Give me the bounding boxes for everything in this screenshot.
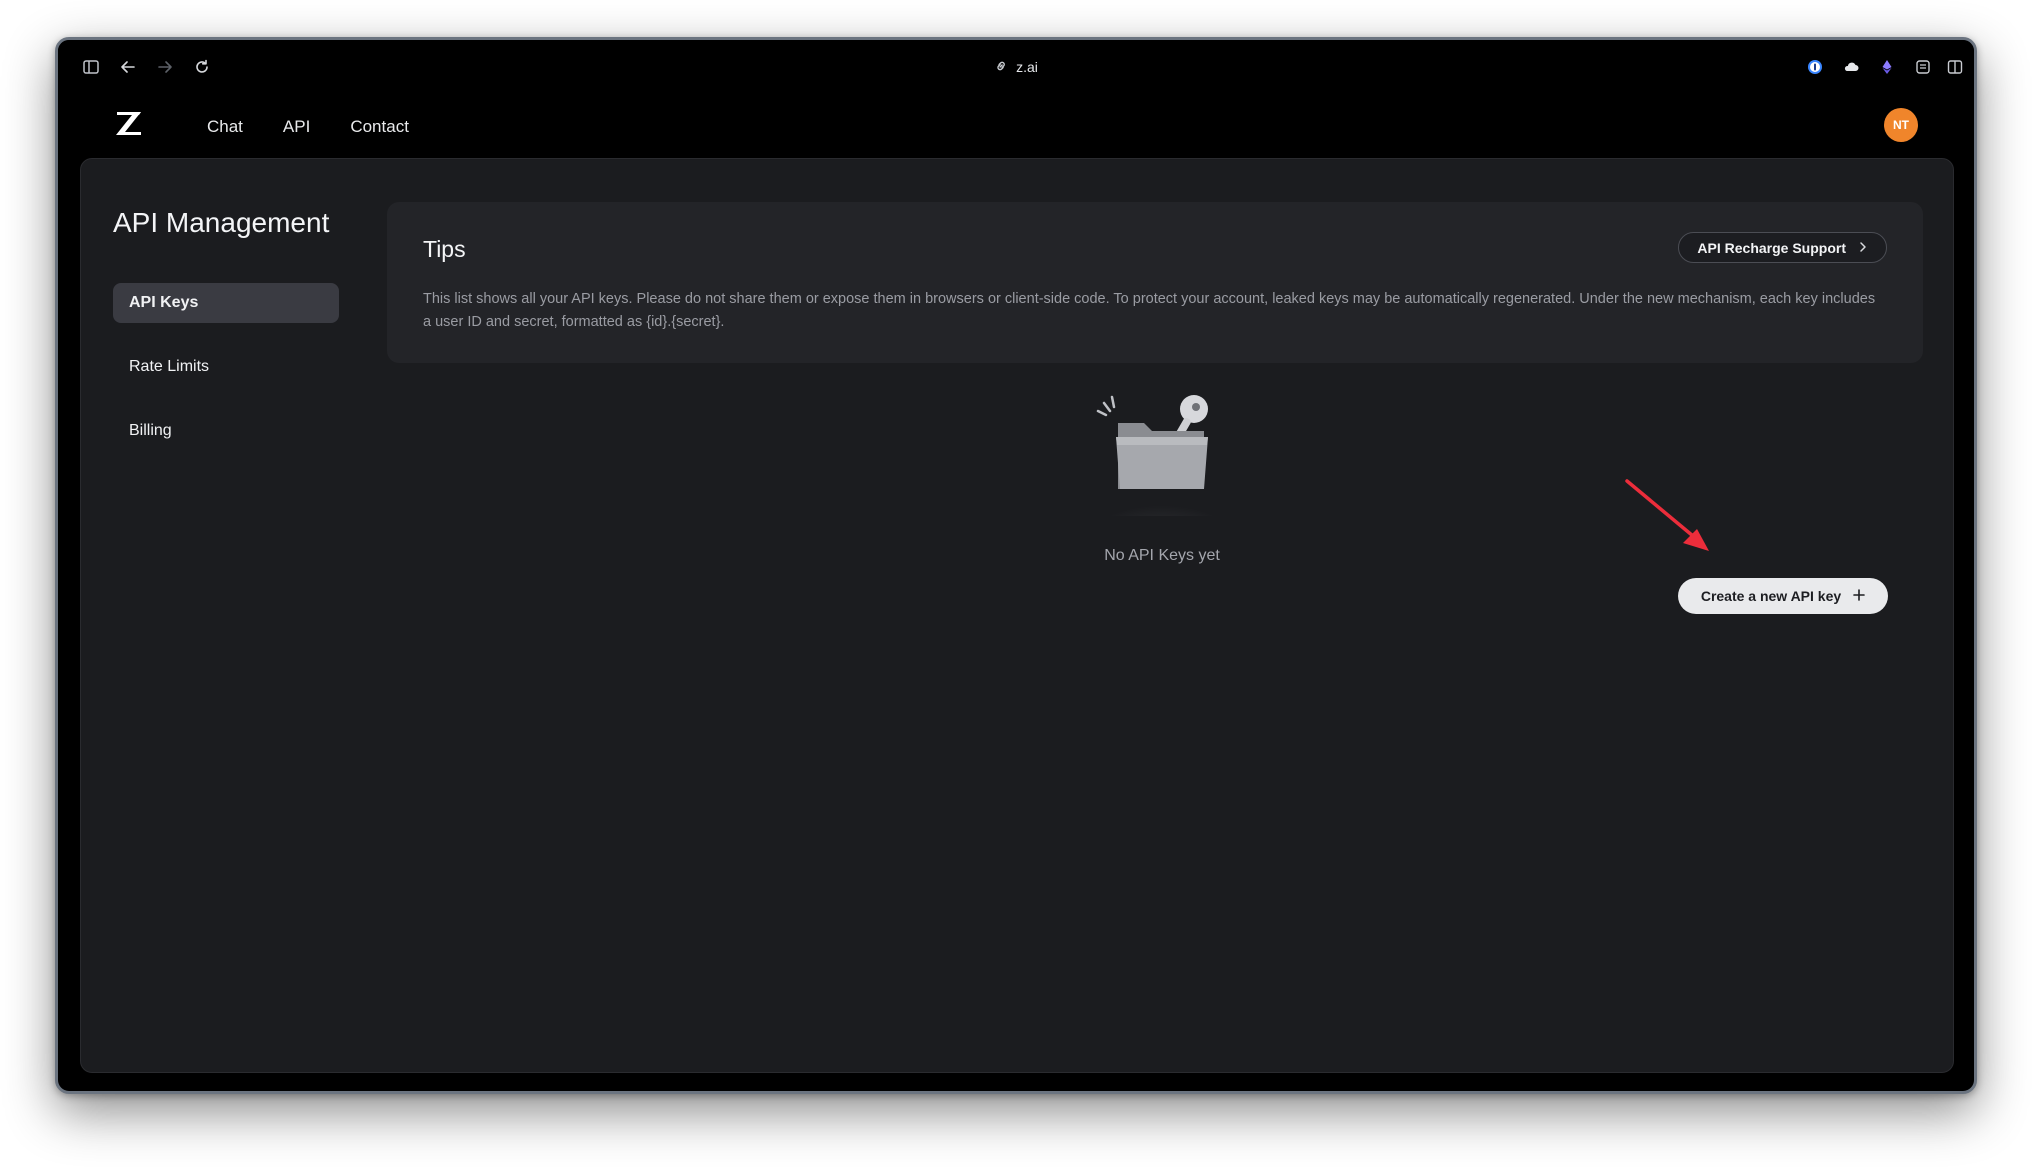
nav-contact[interactable]: Contact: [350, 117, 409, 137]
sidebar-item-billing[interactable]: Billing: [113, 411, 339, 451]
sidebar-toggle-icon[interactable]: [78, 54, 104, 80]
back-icon[interactable]: [115, 54, 141, 80]
nav-api[interactable]: API: [283, 117, 310, 137]
address-bar[interactable]: z.ai: [994, 54, 1038, 80]
ethereum-icon[interactable]: [1874, 54, 1900, 80]
reload-icon[interactable]: [189, 54, 215, 80]
tips-description: This list shows all your API keys. Pleas…: [423, 291, 1876, 330]
empty-folder-key-icon: [1082, 391, 1242, 568]
create-api-key-button[interactable]: Create a new API key: [1678, 578, 1888, 614]
tips-title: Tips: [423, 236, 466, 262]
forward-icon[interactable]: [152, 54, 178, 80]
sidebar-item-rate-limits[interactable]: Rate Limits: [113, 347, 339, 387]
z-logo-icon[interactable]: [112, 106, 146, 140]
tips-card: Tips API Recharge Support This list show…: [387, 202, 1923, 363]
empty-state-text: No API Keys yet: [1104, 547, 1220, 564]
main-nav: Chat API Contact: [207, 94, 409, 160]
link-icon: [994, 59, 1008, 76]
page-title: API Management: [113, 207, 330, 238]
api-recharge-support-button[interactable]: API Recharge Support: [1678, 232, 1887, 263]
browser-toolbar: z.ai: [58, 40, 1974, 94]
split-view-icon[interactable]: [1942, 54, 1968, 80]
site-header: Chat API Contact NT: [58, 94, 1974, 160]
reader-icon[interactable]: [1910, 54, 1936, 80]
plus-icon: [1853, 588, 1865, 604]
avatar[interactable]: NT: [1884, 108, 1918, 142]
nav-chat[interactable]: Chat: [207, 117, 243, 137]
sidebar-item-api-keys[interactable]: API Keys: [113, 283, 339, 323]
create-label: Create a new API key: [1700, 588, 1842, 604]
password-manager-icon[interactable]: [1802, 54, 1828, 80]
recharge-label: API Recharge Support: [1697, 239, 1846, 256]
chevron-right-icon: [1858, 240, 1868, 256]
annotation-arrow-icon: [1621, 473, 1721, 573]
cloud-icon[interactable]: [1838, 54, 1864, 80]
url-text: z.ai: [1016, 59, 1038, 75]
main-panel: API Management API Keys Rate Limits Bill…: [80, 158, 1954, 1073]
browser-window: z.ai Chat API Contact NT API Management …: [55, 37, 1977, 1094]
sidebar: API Keys Rate Limits Billing: [113, 283, 339, 475]
